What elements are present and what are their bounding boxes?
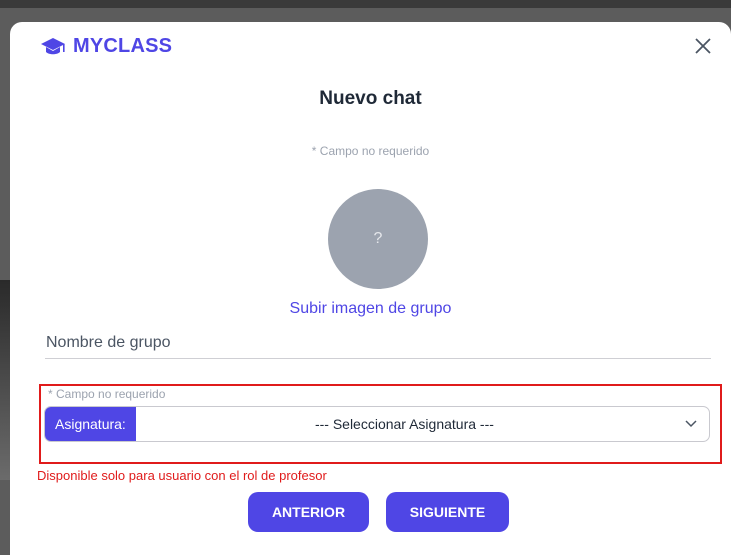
group-avatar-placeholder[interactable]: ? bbox=[328, 189, 428, 289]
subject-select-label: Asignatura: bbox=[45, 407, 136, 441]
close-button[interactable] bbox=[691, 34, 715, 58]
previous-button[interactable]: ANTERIOR bbox=[248, 492, 369, 532]
new-chat-modal: MYCLASS Nuevo chat * Campo no requerido … bbox=[10, 22, 731, 555]
subject-select-value: --- Seleccionar Asignatura --- bbox=[314, 416, 494, 432]
graduation-cap-icon bbox=[41, 37, 65, 54]
optional-field-note: * Campo no requerido bbox=[311, 144, 430, 158]
upload-group-image-link[interactable]: Subir imagen de grupo bbox=[10, 300, 731, 318]
brand-logo: MYCLASS bbox=[40, 35, 172, 58]
chevron-down-icon bbox=[673, 420, 709, 428]
next-button[interactable]: SIGUIENTE bbox=[386, 492, 509, 532]
subject-optional-note: * Campo no requerido bbox=[48, 387, 166, 401]
brand-name: MYCLASS bbox=[73, 35, 173, 57]
subject-select[interactable]: Asignatura: --- Seleccionar Asignatura -… bbox=[44, 406, 710, 442]
backdrop bbox=[0, 0, 731, 8]
group-name-input[interactable] bbox=[45, 328, 711, 359]
modal-title: Nuevo chat bbox=[319, 88, 422, 109]
close-icon bbox=[695, 38, 711, 54]
avatar-question-mark: ? bbox=[373, 230, 383, 247]
teacher-only-note: Disponible solo para usuario con el rol … bbox=[37, 468, 327, 483]
